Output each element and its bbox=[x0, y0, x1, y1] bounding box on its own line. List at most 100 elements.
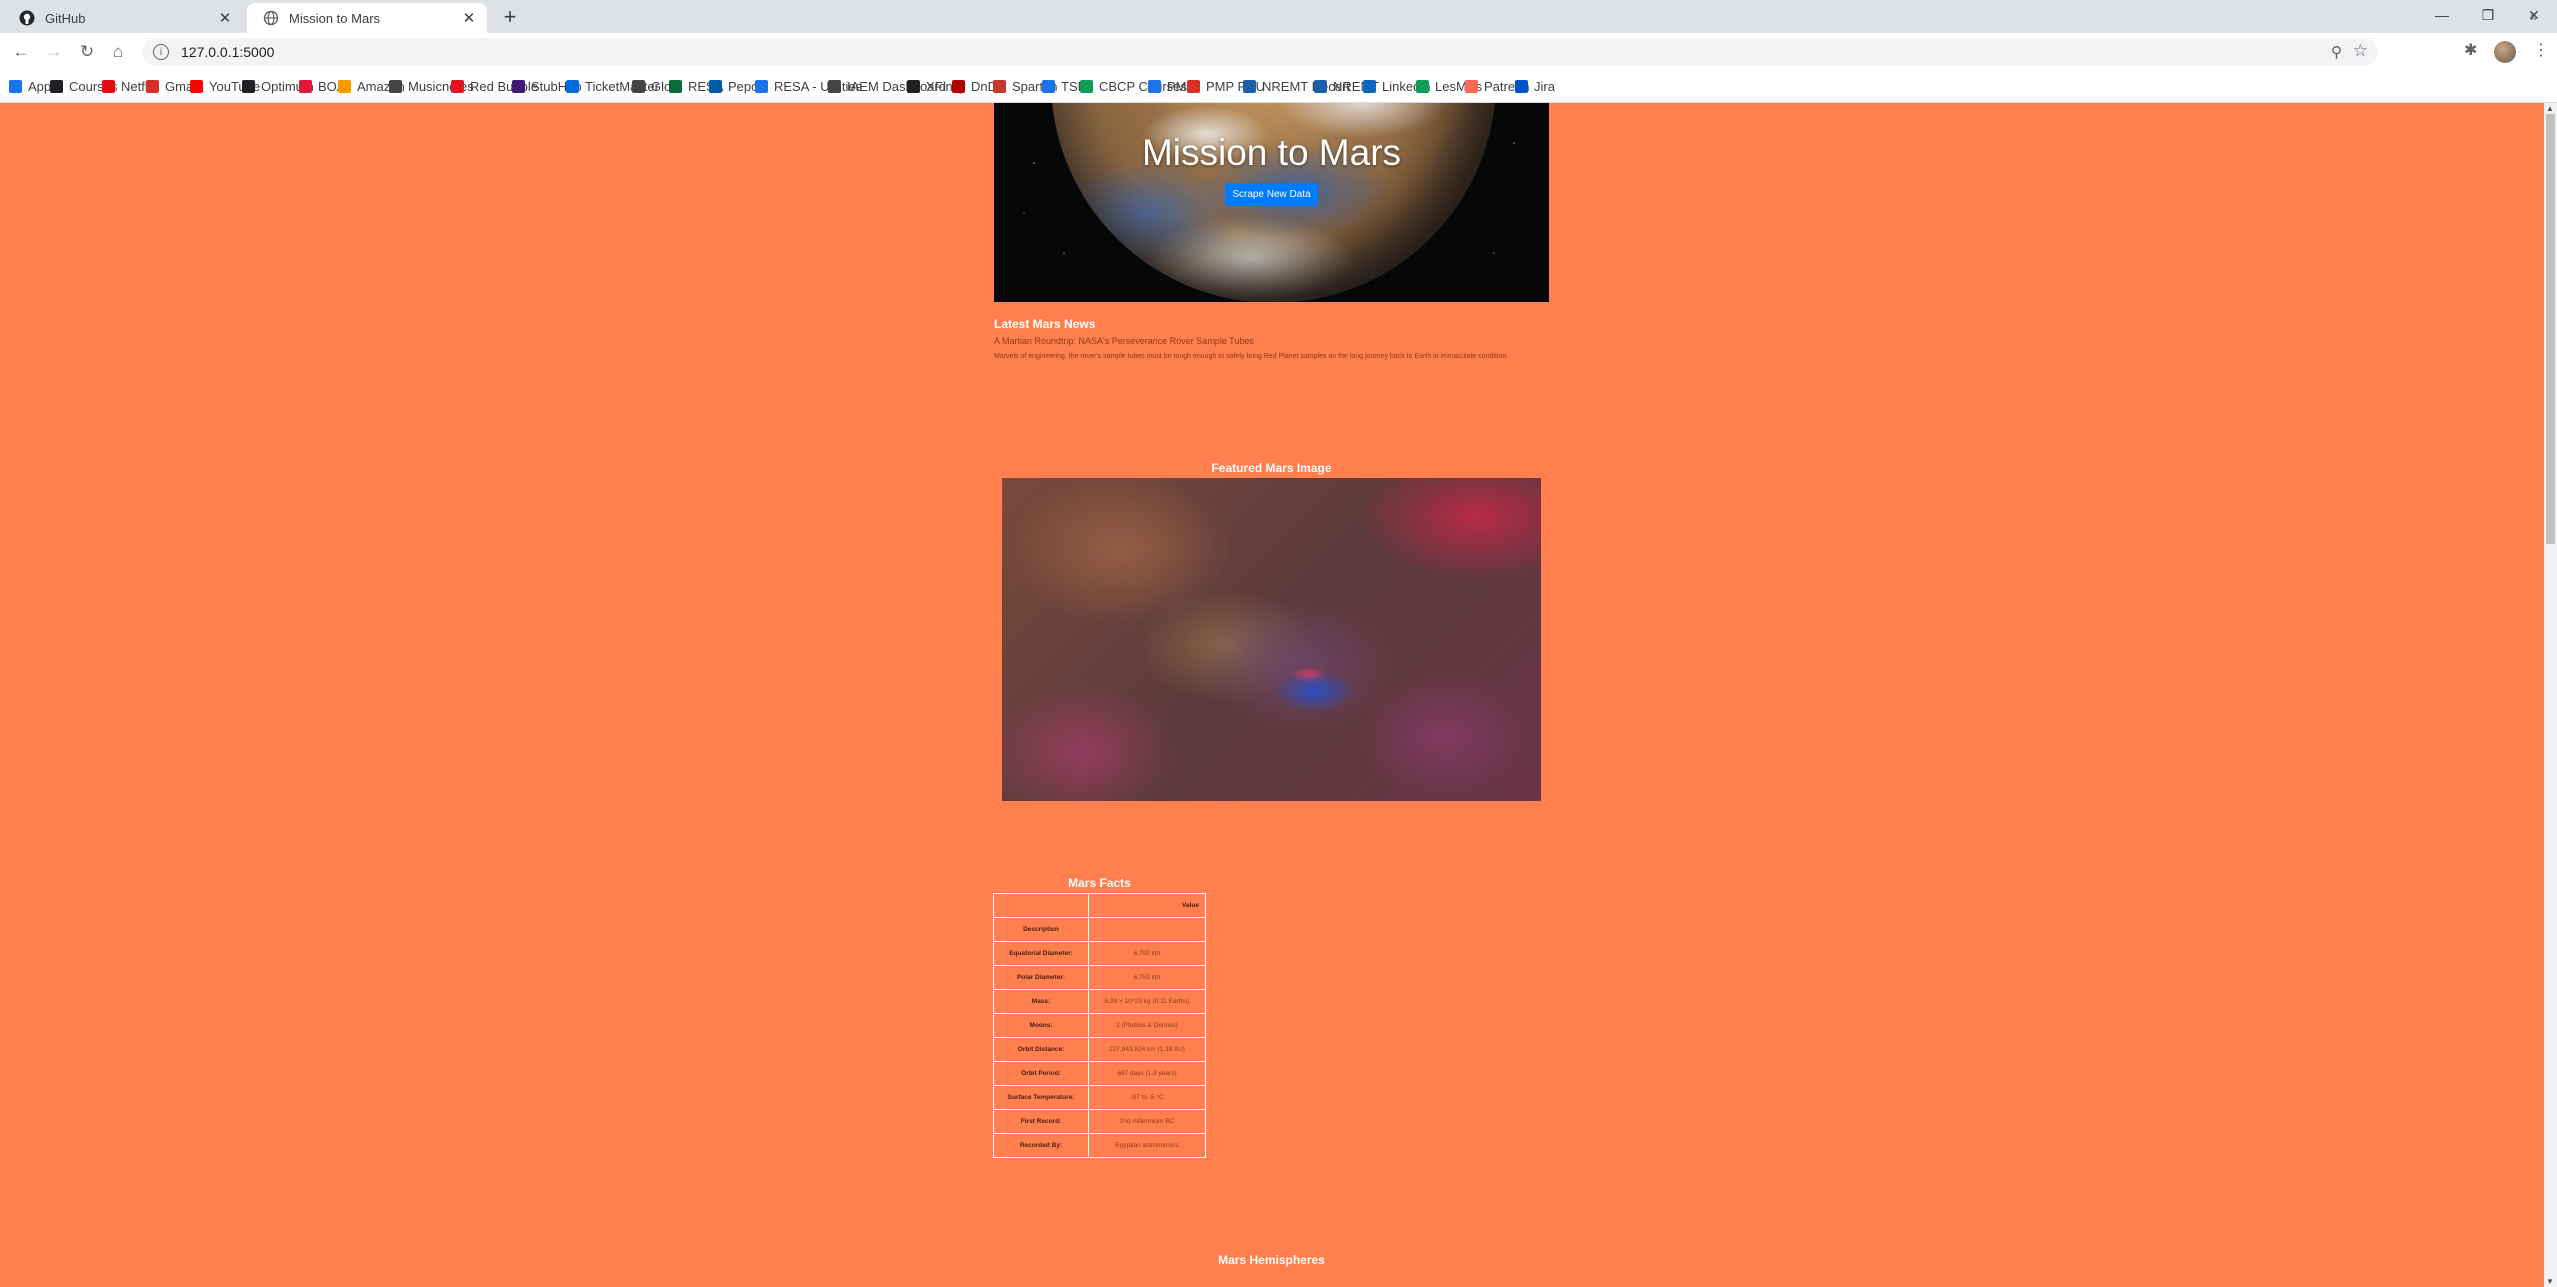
amazon-icon bbox=[338, 79, 351, 93]
xfinity-icon bbox=[907, 79, 920, 93]
pmp-icon bbox=[1187, 79, 1200, 93]
glo-icon bbox=[632, 79, 645, 93]
redbubble-icon bbox=[451, 79, 464, 93]
featured-mars-image bbox=[1002, 478, 1541, 801]
reload-icon[interactable]: ↻ bbox=[74, 39, 100, 65]
column-header-value: Value bbox=[1088, 893, 1206, 918]
fact-value: 6,792 km bbox=[1088, 941, 1206, 966]
musicnotes-icon bbox=[389, 79, 402, 93]
tsp-icon bbox=[1042, 79, 1055, 93]
forward-arrow-icon[interactable]: → bbox=[41, 39, 67, 65]
table-row: Orbit Period: 687 days (1.9 years) bbox=[993, 1061, 1206, 1086]
table-row: Polar Diameter: 6,752 km bbox=[993, 965, 1206, 990]
table-index-row: Description bbox=[993, 917, 1206, 942]
table-row: Recorded By: Egyptian astronomers bbox=[993, 1133, 1206, 1158]
restore-icon[interactable]: ❐ bbox=[2465, 0, 2511, 30]
tab-github[interactable]: GitHub ✕ bbox=[3, 3, 243, 33]
jira-icon bbox=[1515, 79, 1528, 93]
new-tab-button[interactable]: + bbox=[498, 6, 522, 30]
optimum-icon bbox=[242, 79, 255, 93]
fact-value: 687 days (1.9 years) bbox=[1088, 1061, 1206, 1086]
news-teaser: Marvels of engineering, the rover's samp… bbox=[994, 353, 1509, 360]
facts-heading: Mars Facts bbox=[1068, 876, 1131, 890]
table-header-row: Value bbox=[993, 893, 1206, 918]
index-header-description: Description bbox=[993, 917, 1089, 942]
fact-value: -87 to -5 °C bbox=[1088, 1085, 1206, 1110]
nremt-recert-icon bbox=[1243, 79, 1256, 93]
fact-label: Moons: bbox=[993, 1013, 1089, 1038]
facts-table: Value Description Equatorial Diameter: 6,… bbox=[993, 893, 1206, 1158]
facts-body: Equatorial Diameter: 6,792 km Polar Diamet… bbox=[993, 941, 1206, 1158]
linkedin-icon bbox=[1363, 79, 1376, 93]
jumbotron-banner: Mission to Mars Scrape New Data bbox=[994, 103, 1549, 302]
bookmark-dnd[interactable]: DnD bbox=[952, 70, 997, 102]
scrape-new-data-button[interactable]: Scrape New Data bbox=[1225, 183, 1318, 206]
apps-grid-icon bbox=[9, 79, 22, 93]
resa-icon bbox=[669, 79, 682, 93]
table-corner-cell bbox=[993, 893, 1089, 918]
courses-icon bbox=[50, 79, 63, 93]
back-arrow-icon[interactable]: ← bbox=[8, 39, 34, 65]
table-row: Moons: 2 (Phobos & Deimos) bbox=[993, 1013, 1206, 1038]
browser-toolbar: ← → ↻ ⌂ i 127.0.0.1:5000 ⚲ ☆ bbox=[0, 33, 2557, 70]
tab-title: Mission to Mars bbox=[289, 10, 381, 26]
bookmark-jira[interactable]: Jira bbox=[1515, 70, 1555, 102]
pepco-icon bbox=[709, 79, 722, 93]
ticketmaster-icon bbox=[566, 79, 579, 93]
scrollbar-thumb[interactable] bbox=[2546, 114, 2555, 544]
scroll-down-arrow-icon[interactable]: ▼ bbox=[2546, 1277, 2554, 1286]
cbcp-icon bbox=[1080, 79, 1093, 93]
house-icon bbox=[755, 79, 768, 93]
featured-image-heading: Featured Mars Image bbox=[1211, 461, 1332, 475]
youtube-icon bbox=[190, 79, 203, 93]
iaem-icon bbox=[828, 79, 841, 93]
fact-value: 2nd millennium BC bbox=[1088, 1109, 1206, 1134]
news-title: A Martian Roundtrip: NASA's Perseverance… bbox=[994, 336, 1254, 346]
patreon-icon bbox=[1465, 79, 1478, 93]
close-icon[interactable]: ✕ bbox=[215, 8, 235, 28]
spartan-icon bbox=[993, 79, 1006, 93]
tab-mission-to-mars[interactable]: Mission to Mars ✕ bbox=[247, 3, 487, 33]
page-viewport: Mission to Mars Scrape New Data Latest M… bbox=[0, 103, 2544, 1287]
bookmarks-bar: Apps Courses Netflix Gmail YouTube Optimum BOA… bbox=[0, 70, 2557, 103]
home-icon[interactable]: ⌂ bbox=[105, 39, 131, 65]
tab-strip: GitHub ✕ Mission to Mars ✕ + — ❐ ✕ bbox=[0, 0, 2557, 33]
close-icon[interactable]: ✕ bbox=[459, 8, 479, 28]
menu-kebab-icon[interactable]: ⋮ bbox=[2533, 40, 2549, 60]
netflix-icon bbox=[102, 79, 115, 93]
profile-avatar[interactable] bbox=[2494, 41, 2516, 63]
tab-title: GitHub bbox=[45, 10, 86, 26]
fact-value: Egyptian astronomers bbox=[1088, 1133, 1206, 1158]
url-text[interactable]: 127.0.0.1:5000 bbox=[181, 44, 274, 60]
bookmark-pmi[interactable]: PMI bbox=[1148, 70, 1190, 102]
table-row: Orbit Distance: 227,943,824 km (1.38 AU) bbox=[993, 1037, 1206, 1062]
bookmark-label: Jira bbox=[1534, 78, 1555, 94]
index-header-empty bbox=[1088, 917, 1206, 942]
fact-value: 2 (Phobos & Deimos) bbox=[1088, 1013, 1206, 1038]
stubhub-icon bbox=[512, 79, 525, 93]
fact-label: Surface Temperature: bbox=[993, 1085, 1089, 1110]
fact-value: 6.39 × 10^23 kg (0.11 Earths) bbox=[1088, 989, 1206, 1014]
table-row: Equatorial Diameter: 6,792 km bbox=[993, 941, 1206, 966]
fact-label: Recorded By: bbox=[993, 1133, 1089, 1158]
nremt-icon bbox=[1314, 79, 1327, 93]
info-icon[interactable]: i bbox=[153, 44, 169, 60]
github-icon bbox=[19, 10, 35, 26]
fact-label: Polar Diameter: bbox=[993, 965, 1089, 990]
vertical-scrollbar[interactable]: ▲ ▼ bbox=[2544, 103, 2557, 1287]
extensions-puzzle-icon[interactable]: ✱ bbox=[2464, 40, 2477, 60]
bookmark-star-icon[interactable]: ☆ bbox=[2353, 41, 2368, 61]
news-heading: Latest Mars News bbox=[994, 317, 1096, 331]
scroll-up-arrow-icon[interactable]: ▲ bbox=[2546, 104, 2554, 113]
bookmarks-overflow-chevron[interactable]: » bbox=[2530, 0, 2538, 32]
fact-label: Orbit Period: bbox=[993, 1061, 1089, 1086]
zoom-icon[interactable]: ⚲ bbox=[2331, 43, 2342, 61]
fact-value: 6,752 km bbox=[1088, 965, 1206, 990]
fact-label: Orbit Distance: bbox=[993, 1037, 1089, 1062]
hemispheres-heading: Mars Hemispheres bbox=[1218, 1253, 1325, 1267]
dnd-icon bbox=[952, 79, 965, 93]
address-bar[interactable]: i 127.0.0.1:5000 ⚲ ☆ bbox=[142, 38, 2378, 66]
bookmark-glo[interactable]: Glo bbox=[632, 70, 671, 102]
page-title: Mission to Mars bbox=[1141, 132, 1402, 173]
minimize-icon[interactable]: — bbox=[2419, 0, 2465, 30]
